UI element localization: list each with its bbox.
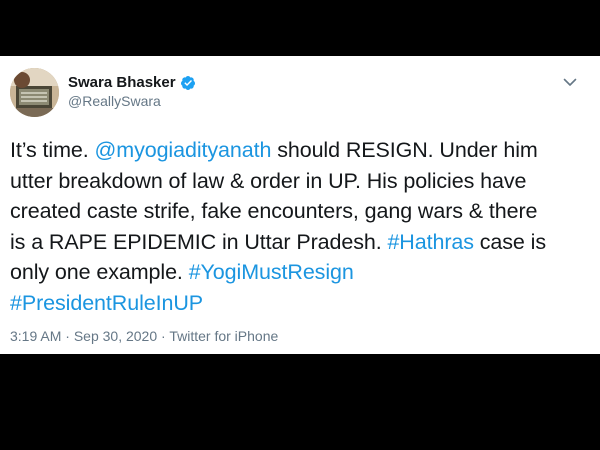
tweet-line: is a RAPE EPIDEMIC in Uttar Pradesh. #Ha… xyxy=(10,227,595,258)
tweet-line: only one example. #YogiMustResign xyxy=(10,257,595,288)
meta-separator: · xyxy=(61,328,74,344)
author-name[interactable]: Swara Bhasker xyxy=(68,74,196,91)
avatar[interactable] xyxy=(10,68,59,117)
tweet-text-segment: should RESIGN. Under him xyxy=(271,138,538,162)
tweet-menu-button[interactable] xyxy=(561,73,579,91)
avatar-image xyxy=(10,68,59,117)
letterbox-top xyxy=(0,0,600,56)
author-handle[interactable]: @ReallySwara xyxy=(68,93,161,109)
hashtag-link-yogimustresign[interactable]: #YogiMustResign xyxy=(189,260,354,284)
letterbox-bottom xyxy=(0,354,600,450)
tweet-line: #PresidentRuleInUP xyxy=(10,288,595,319)
tweet-date[interactable]: Sep 30, 2020 xyxy=(74,328,157,344)
tweet-line: created caste strife, fake encounters, g… xyxy=(10,199,538,223)
tweet-line: It’s time. @myogiadityanath should RESIG… xyxy=(10,135,595,166)
verified-badge-icon xyxy=(180,75,196,91)
tweet-timestamp[interactable]: 3:19 AM xyxy=(10,328,61,344)
mention-link[interactable]: @myogiadityanath xyxy=(95,138,272,162)
tweet-source[interactable]: Twitter for iPhone xyxy=(169,328,278,344)
chevron-down-icon xyxy=(563,78,577,86)
hashtag-link-hathras[interactable]: #Hathras xyxy=(387,230,474,254)
tweet-text: It’s time. @myogiadityanath should RESIG… xyxy=(10,135,595,318)
tweet-meta: 3:19 AM · Sep 30, 2020 · Twitter for iPh… xyxy=(10,328,278,344)
tweet-text-segment: only one example. xyxy=(10,260,189,284)
tweet-text-segment: is a RAPE EPIDEMIC in Uttar Pradesh. xyxy=(10,229,388,254)
tweet-line: utter breakdown of law & order in UP. Hi… xyxy=(10,168,527,193)
meta-separator: · xyxy=(157,328,170,344)
tweet-text-segment: case is xyxy=(473,229,546,254)
author-name-text[interactable]: Swara Bhasker xyxy=(68,74,176,91)
tweet-text-segment: It’s time. xyxy=(10,138,95,162)
hashtag-link-presidentruleinup[interactable]: #PresidentRuleInUP xyxy=(10,291,203,315)
